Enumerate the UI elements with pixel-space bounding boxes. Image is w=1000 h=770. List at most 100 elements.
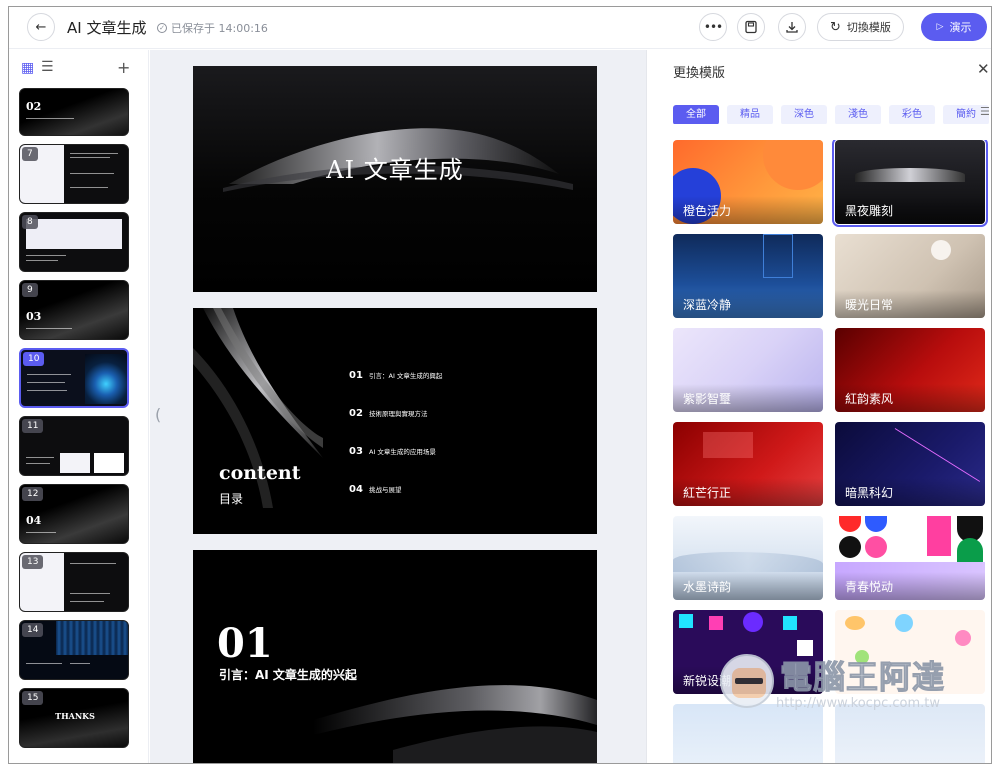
slide-thumbnail[interactable]: 13 [19,552,129,612]
slide-number: 9 [22,283,38,297]
slide-thumbnail[interactable]: 10 [19,348,129,408]
present-label: 演示 [949,21,972,34]
watermark-url: http://www.kocpc.com.tw [776,696,940,711]
template-card[interactable]: 暗黑科幻 [835,422,985,506]
more-button[interactable]: ••• [699,13,727,41]
template-filter-bar: 全部 精品 深色 淺色 彩色 簡約 [673,102,991,124]
filter-menu-icon[interactable]: ☰ [980,105,990,118]
slide-thumbnail[interactable]: 02 [19,88,129,136]
toc-item: 01 引言：AI 文章生成的興起 [349,356,589,394]
template-label: 暗黑科幻 [835,478,985,506]
ellipsis-icon: ••• [703,20,723,34]
slide-number: 11 [22,419,44,433]
collapse-handle[interactable]: ( [155,405,161,424]
slide-number: 15 [22,691,44,705]
template-label: 紅韵素风 [835,384,985,412]
template-label [673,760,823,763]
template-label: 青春悦动 [835,572,985,600]
switch-template-button[interactable]: ↻ 切換模版 [817,13,904,41]
play-icon: ▷ [936,22,944,32]
grid-icon[interactable]: ▦ [21,60,34,76]
toc-number: 02 [349,407,363,419]
slide-number: 10 [23,352,45,366]
slide-1[interactable]: AI 文章生成 [193,66,597,292]
slide-1-title: AI 文章生成 [326,156,464,184]
template-label: 深蓝冷静 [673,290,823,318]
template-label: 紫影智璽 [673,384,823,412]
save-button[interactable] [737,13,765,41]
slide-3[interactable]: 01 引言：AI 文章生成的兴起 [193,550,597,763]
thumb-big-text: THANKS [55,711,95,721]
slide-thumbnail[interactable]: 15 THANKS [19,688,129,748]
slide-2[interactable]: content 目录 01 引言：AI 文章生成的興起 02 技術原理與實現方法… [193,308,597,534]
slide-2-heading: content [219,462,301,484]
save-status: ✓ 已保存于 14:00:16 [157,20,268,36]
slide-3-number: 01 [217,620,273,667]
slide-thumbnail[interactable]: 11 [19,416,129,476]
toc-item: 03 AI 文章生成的应用场景 [349,432,589,470]
plus-icon[interactable]: + [117,58,130,77]
save-status-text: 已保存于 14:00:16 [171,22,268,35]
template-label: 橙色活力 [673,196,823,224]
template-card[interactable]: 紅韵素风 [835,328,985,412]
thumb-big-text: 04 [26,514,42,527]
slide-number: 14 [22,623,44,637]
present-button[interactable]: ▷ 演示 [921,13,987,41]
template-card[interactable]: 青春悦动 [835,516,985,600]
toc-text: 引言：AI 文章生成的興起 [369,372,443,380]
close-icon[interactable]: ✕ [977,60,990,78]
filter-premium[interactable]: 精品 [727,105,773,124]
template-card[interactable]: 暖光日常 [835,234,985,318]
filter-color[interactable]: 彩色 [889,105,935,124]
toc-number: 04 [349,483,363,495]
thumb-big-text: 03 [26,310,42,323]
toc-item: 04 挑战与展望 [349,470,589,508]
slide-thumbnail[interactable]: 7 [19,144,129,204]
thumbnail-toolbar: ▦ ☰ + [9,50,149,86]
switch-template-label: 切換模版 [846,21,891,34]
template-label: 紅芒行正 [673,478,823,506]
list-icon[interactable]: ☰ [41,59,54,75]
template-card[interactable]: 橙色活力 [673,140,823,224]
panel-title: 更換模版 [673,66,726,81]
arrow-left-icon: ← [35,19,47,35]
thumbnail-list: 02 7 8 9 03 10 11 12 04 13 14 15 THANKS [19,88,131,756]
toc-number: 03 [349,445,363,457]
template-card[interactable]: 黑夜雕刻 [832,140,988,227]
template-label: 暖光日常 [835,290,985,318]
slide-number: 7 [22,147,38,161]
slide-2-subheading: 目录 [219,492,244,506]
slide-thumbnail[interactable]: 9 03 [19,280,129,340]
slide-thumbnail[interactable]: 14 [19,620,129,680]
toc-number: 01 [349,369,363,381]
download-button[interactable] [778,13,806,41]
filter-light[interactable]: 淺色 [835,105,881,124]
document-title[interactable]: AI 文章生成 [67,17,146,38]
filter-dark[interactable]: 深色 [781,105,827,124]
table-of-contents: 01 引言：AI 文章生成的興起 02 技術原理與實現方法 03 AI 文章生成… [349,356,589,508]
template-card[interactable]: 水墨诗韵 [673,516,823,600]
refresh-icon: ↻ [830,19,841,35]
back-button[interactable]: ← [27,13,55,41]
slide-number: 8 [22,215,38,229]
slide-thumbnail[interactable]: 12 04 [19,484,129,544]
template-label: 黑夜雕刻 [835,196,985,224]
site-watermark: 電腦王阿達 http://www.kocpc.com.tw [720,652,980,722]
watermark-title: 電腦王阿達 [779,658,946,697]
template-card[interactable]: 紫影智璽 [673,328,823,412]
thumb-big-text: 02 [26,100,42,113]
slide-number: 13 [22,555,44,569]
check-circle-icon: ✓ [157,23,167,33]
floppy-icon [745,20,757,34]
app-window: ← AI 文章生成 ✓ 已保存于 14:00:16 ••• ↻ 切換模版 ▷ 演… [8,6,992,764]
toc-item: 02 技術原理與實現方法 [349,394,589,432]
slide-thumbnail[interactable]: 8 [19,212,129,272]
template-card[interactable]: 深蓝冷静 [673,234,823,318]
template-card[interactable]: 紅芒行正 [673,422,823,506]
filter-all[interactable]: 全部 [673,105,719,124]
toc-text: AI 文章生成的应用场景 [369,448,436,456]
slide-number: 12 [22,487,44,501]
template-label: 水墨诗韵 [673,572,823,600]
slide-canvas: (AI 文章生成 content 目录 01 引言：AI 文章生成的興起 02… [150,50,646,763]
slide-3-title: 引言：AI 文章生成的兴起 [219,668,357,682]
